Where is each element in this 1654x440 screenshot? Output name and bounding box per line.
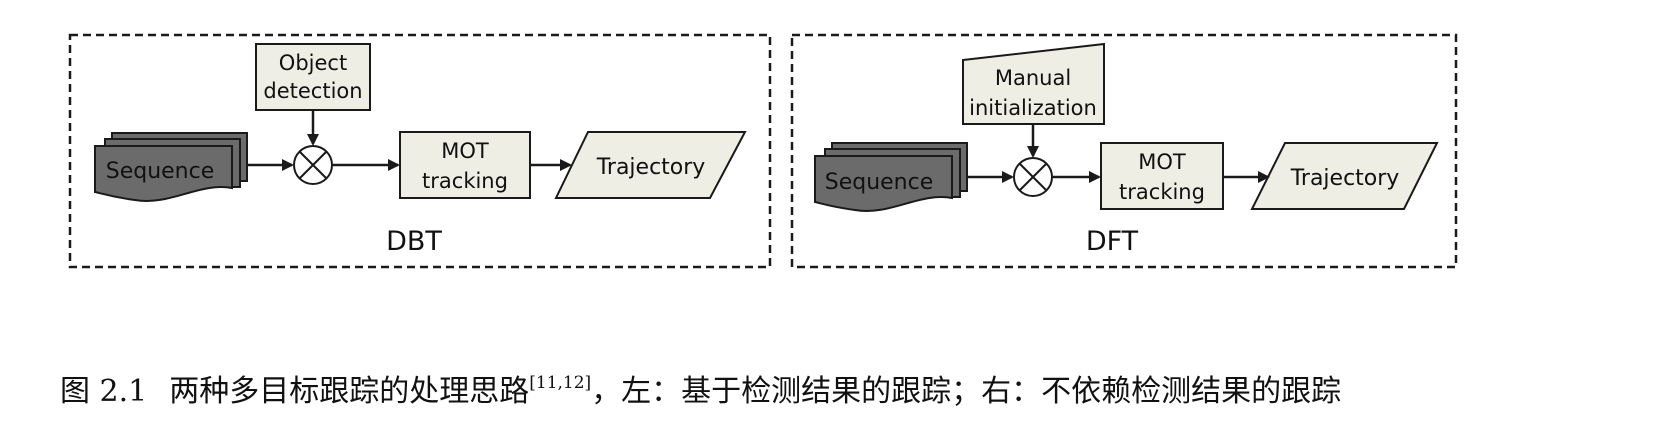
- dbt-sequence-stack: Sequence: [94, 132, 248, 202]
- dft-panel: Sequence Manual initialization MOT track…: [790, 33, 1458, 269]
- dbt-tracker-line2: tracking: [422, 169, 508, 193]
- dbt-sequence-label: Sequence: [106, 159, 215, 184]
- caption-citation: [11,12]: [529, 373, 592, 393]
- caption-text: 两种多目标跟踪的处理思路: [169, 374, 530, 409]
- figure-number: 图 2.1: [60, 374, 148, 409]
- dbt-input-line1: Object: [279, 51, 347, 75]
- dbt-panel: Sequence Object detection MOT tracking T…: [68, 33, 772, 269]
- dft-tracker-line2: tracking: [1119, 180, 1205, 204]
- dft-input-line1: Manual: [995, 66, 1071, 90]
- dft-output-label: Trajectory: [1290, 166, 1400, 191]
- dbt-output-label: Trajectory: [596, 155, 706, 180]
- dft-input-line2: initialization: [969, 96, 1097, 120]
- figure-caption: 图 2.1 两种多目标跟踪的处理思路[11,12]，左：基于检测结果的跟踪；右：不…: [60, 366, 1620, 410]
- dft-sequence-stack: Sequence: [814, 142, 968, 212]
- caption-rest: ，左：基于检测结果的跟踪；右：不依赖检测结果的跟踪: [591, 374, 1342, 409]
- dbt-panel-label: DBT: [386, 226, 442, 257]
- dbt-input-line2: detection: [263, 79, 362, 103]
- dft-tracker-line1: MOT: [1138, 150, 1186, 174]
- dft-sequence-label: Sequence: [825, 170, 934, 195]
- dft-panel-label: DFT: [1086, 226, 1139, 257]
- dbt-tracker-line1: MOT: [441, 139, 489, 163]
